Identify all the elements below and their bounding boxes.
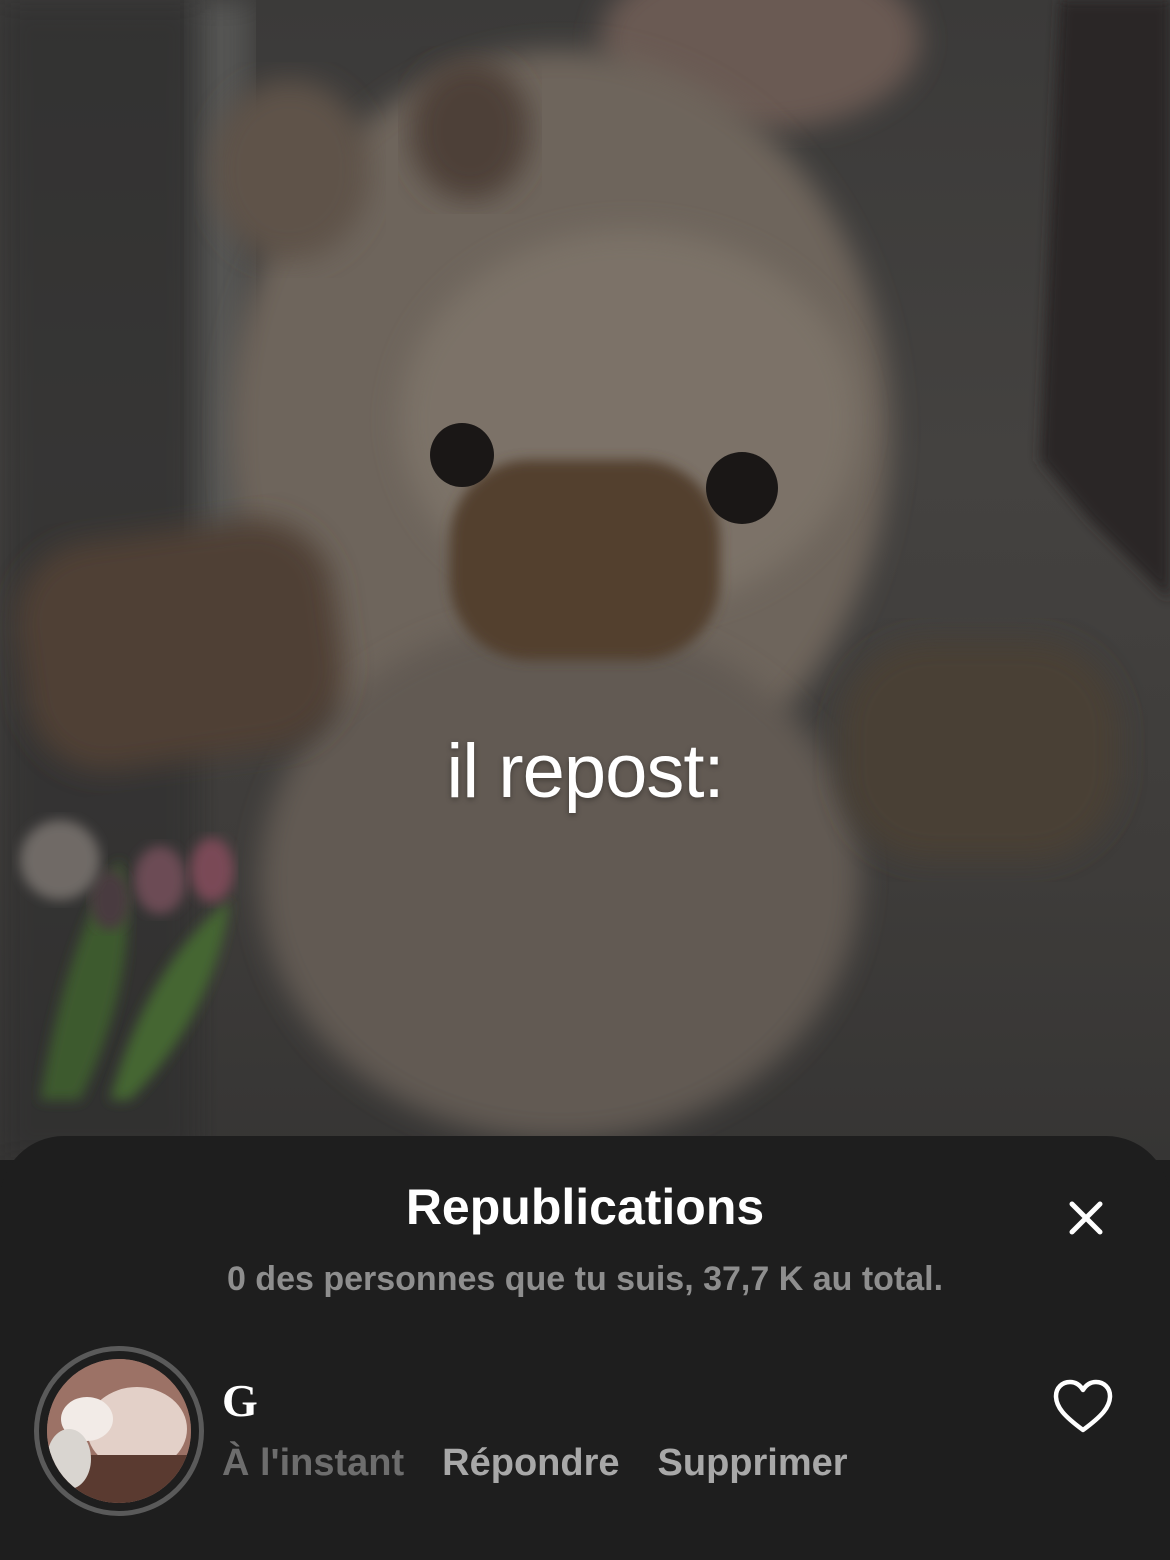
repost-username[interactable]: G	[222, 1374, 258, 1427]
heart-outline-icon	[1053, 1379, 1113, 1433]
close-button[interactable]	[1056, 1188, 1116, 1248]
close-icon	[1069, 1201, 1103, 1235]
reposts-sheet: Republications 0 des personnes que tu su…	[0, 1136, 1170, 1560]
reply-button[interactable]: Répondre	[442, 1442, 619, 1485]
delete-button[interactable]: Supprimer	[658, 1442, 848, 1485]
sheet-title: Republications	[405, 1179, 765, 1235]
avatar-photo-icon	[47, 1359, 191, 1503]
video-frame[interactable]: il repost:	[0, 0, 1170, 1160]
repost-time: À l'instant	[222, 1442, 405, 1484]
avatar[interactable]	[34, 1346, 204, 1516]
repost-meta: À l'instant Répondre Supprimer	[222, 1442, 848, 1485]
avatar-image	[47, 1359, 191, 1503]
video-caption: il repost:	[446, 729, 724, 814]
like-button[interactable]	[1052, 1378, 1114, 1434]
video-background-illustration	[0, 0, 1170, 1160]
repost-screen: il repost: Republications 0 des personne…	[0, 0, 1170, 1560]
sheet-subtitle: 0 des personnes que tu suis, 37,7 K au t…	[226, 1260, 944, 1298]
